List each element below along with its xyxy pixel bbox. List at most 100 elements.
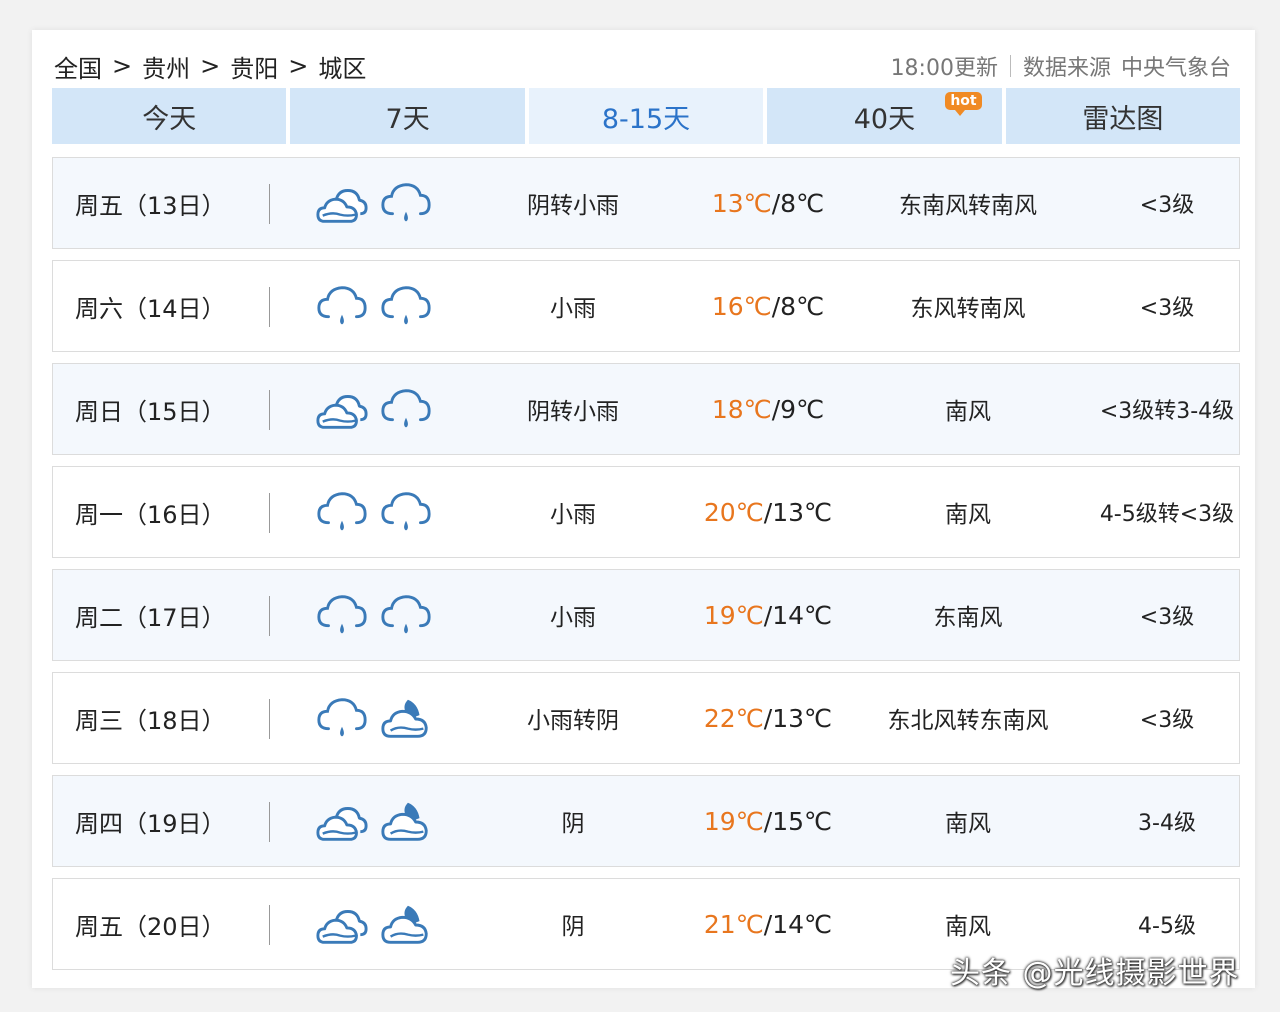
light-rain-icon bbox=[381, 183, 431, 222]
tab-today[interactable]: 今天 bbox=[52, 88, 287, 144]
low-temp: /8℃ bbox=[771, 291, 825, 321]
day-label: 周日（15日） bbox=[75, 397, 226, 426]
hot-badge: hot bbox=[945, 92, 982, 116]
divider bbox=[269, 287, 270, 327]
tab-8-15-days[interactable]: 8-15天 bbox=[528, 88, 764, 144]
weather-icons bbox=[315, 897, 433, 953]
high-temp: 13℃ bbox=[711, 188, 772, 218]
weather-desc: 小雨转阴 bbox=[527, 708, 619, 734]
light-rain-icon bbox=[317, 492, 367, 531]
day-label: 周三（18日） bbox=[75, 706, 226, 735]
breadcrumb-country[interactable]: 全国 bbox=[54, 49, 102, 84]
wind-direction: 东北风转东南风 bbox=[887, 708, 1049, 734]
weather-card: 全国 > 贵州 > 贵阳 > 城区 18:00更新 数据来源 中央气象台 今天 … bbox=[32, 30, 1255, 988]
high-temp: 19℃ bbox=[703, 600, 764, 630]
weather-desc: 阴 bbox=[561, 811, 585, 837]
high-temp: 20℃ bbox=[703, 497, 764, 527]
divider bbox=[269, 184, 270, 224]
weather-icons bbox=[315, 382, 433, 438]
wind-level: 4-5级转<3级 bbox=[1099, 502, 1235, 527]
divider bbox=[269, 596, 270, 636]
breadcrumb: 全国 > 贵州 > 贵阳 > 城区 bbox=[54, 49, 366, 84]
divider bbox=[269, 802, 270, 842]
breadcrumb-city[interactable]: 贵阳 bbox=[230, 49, 278, 84]
light-rain-icon bbox=[317, 286, 367, 325]
wind-direction: 南风 bbox=[945, 502, 991, 528]
wind-level: <3级 bbox=[1139, 605, 1195, 630]
weather-desc: 小雨 bbox=[550, 605, 596, 631]
forecast-row: 周六（14日） 小雨 16℃/8℃ 东风转南风 <3级 bbox=[52, 260, 1240, 352]
divider bbox=[269, 699, 270, 739]
divider bbox=[269, 390, 270, 430]
temperature: 19℃/15℃ bbox=[673, 776, 863, 866]
temperature: 20℃/13℃ bbox=[673, 467, 863, 557]
wind-direction: 南风 bbox=[945, 811, 991, 837]
high-temp: 21℃ bbox=[703, 909, 764, 939]
low-temp: /13℃ bbox=[763, 497, 833, 527]
light-rain-icon bbox=[381, 286, 431, 325]
temperature: 13℃/8℃ bbox=[673, 158, 863, 248]
breadcrumb-district: 城区 bbox=[318, 54, 367, 83]
forecast-list: 周五（13日） 阴转小雨 13℃/8℃ 东南风转南风 <3级 周六（14日） 小… bbox=[52, 157, 1240, 981]
divider bbox=[1009, 55, 1011, 77]
wind-direction: 东南风 bbox=[933, 605, 1003, 631]
weather-icons bbox=[315, 588, 433, 644]
weather-icons bbox=[315, 279, 433, 335]
tab-label: 8-15天 bbox=[601, 103, 691, 135]
weather-icons bbox=[315, 691, 433, 747]
divider bbox=[269, 905, 270, 945]
overcast-icon bbox=[316, 395, 368, 429]
breadcrumb-province[interactable]: 贵州 bbox=[142, 49, 190, 84]
day-label: 周五（20日） bbox=[75, 912, 226, 941]
day-label: 周二（17日） bbox=[75, 603, 226, 632]
weather-icons bbox=[315, 485, 433, 541]
breadcrumb-separator: > bbox=[112, 52, 133, 80]
day-label: 周一（16日） bbox=[75, 500, 226, 529]
temperature: 19℃/14℃ bbox=[673, 570, 863, 660]
overcast-night-icon bbox=[381, 802, 428, 841]
tab-40-days[interactable]: 40天 hot bbox=[767, 88, 1002, 144]
overcast-icon bbox=[316, 807, 368, 841]
light-rain-icon bbox=[381, 492, 431, 531]
low-temp: /13℃ bbox=[763, 703, 833, 733]
weather-desc: 小雨 bbox=[550, 502, 596, 528]
low-temp: /8℃ bbox=[771, 188, 825, 218]
high-temp: 18℃ bbox=[711, 394, 772, 424]
day-label: 周五（13日） bbox=[75, 191, 226, 220]
divider bbox=[269, 493, 270, 533]
light-rain-icon bbox=[317, 698, 367, 737]
light-rain-icon bbox=[317, 595, 367, 634]
weather-desc: 阴转小雨 bbox=[527, 399, 619, 425]
low-temp: /14℃ bbox=[763, 600, 833, 630]
top-bar: 全国 > 贵州 > 贵阳 > 城区 18:00更新 数据来源 中央气象台 bbox=[54, 48, 1231, 84]
wind-direction: 南风 bbox=[945, 399, 991, 425]
update-time: 18:00更新 bbox=[890, 56, 998, 81]
forecast-row: 周三（18日） 小雨转阴 22℃/13℃ 东北风转东南风 <3级 bbox=[52, 672, 1240, 764]
overcast-icon bbox=[316, 910, 368, 944]
temperature: 16℃/8℃ bbox=[673, 261, 863, 351]
high-temp: 19℃ bbox=[703, 806, 764, 836]
overcast-night-icon bbox=[381, 699, 428, 738]
source-label: 数据来源 bbox=[1022, 56, 1111, 81]
breadcrumb-separator: > bbox=[288, 52, 309, 80]
data-source-info: 18:00更新 数据来源 中央气象台 bbox=[891, 50, 1231, 82]
forecast-row: 周五（13日） 阴转小雨 13℃/8℃ 东南风转南风 <3级 bbox=[52, 157, 1240, 249]
weather-desc: 阴转小雨 bbox=[527, 193, 619, 219]
breadcrumb-separator: > bbox=[200, 52, 221, 80]
tab-radar[interactable]: 雷达图 bbox=[1005, 88, 1241, 144]
weather-icons bbox=[315, 176, 433, 232]
tab-label: 7天 bbox=[385, 103, 430, 135]
forecast-row: 周日（15日） 阴转小雨 18℃/9℃ 南风 <3级转3-4级 bbox=[52, 363, 1240, 455]
temperature: 18℃/9℃ bbox=[673, 364, 863, 454]
tab-7-days[interactable]: 7天 bbox=[290, 88, 525, 144]
source-name: 中央气象台 bbox=[1120, 56, 1231, 81]
temperature: 22℃/13℃ bbox=[673, 673, 863, 763]
weather-icons bbox=[315, 794, 433, 850]
low-temp: /14℃ bbox=[763, 909, 833, 939]
wind-level: 3-4级 bbox=[1138, 811, 1196, 836]
day-label: 周六（14日） bbox=[75, 294, 226, 323]
wind-direction: 东风转南风 bbox=[910, 296, 1026, 322]
tab-label: 雷达图 bbox=[1082, 103, 1164, 135]
temperature: 21℃/14℃ bbox=[673, 879, 863, 969]
forecast-row: 周四（19日） 阴 19℃/15℃ 南风 3-4级 bbox=[52, 775, 1240, 867]
